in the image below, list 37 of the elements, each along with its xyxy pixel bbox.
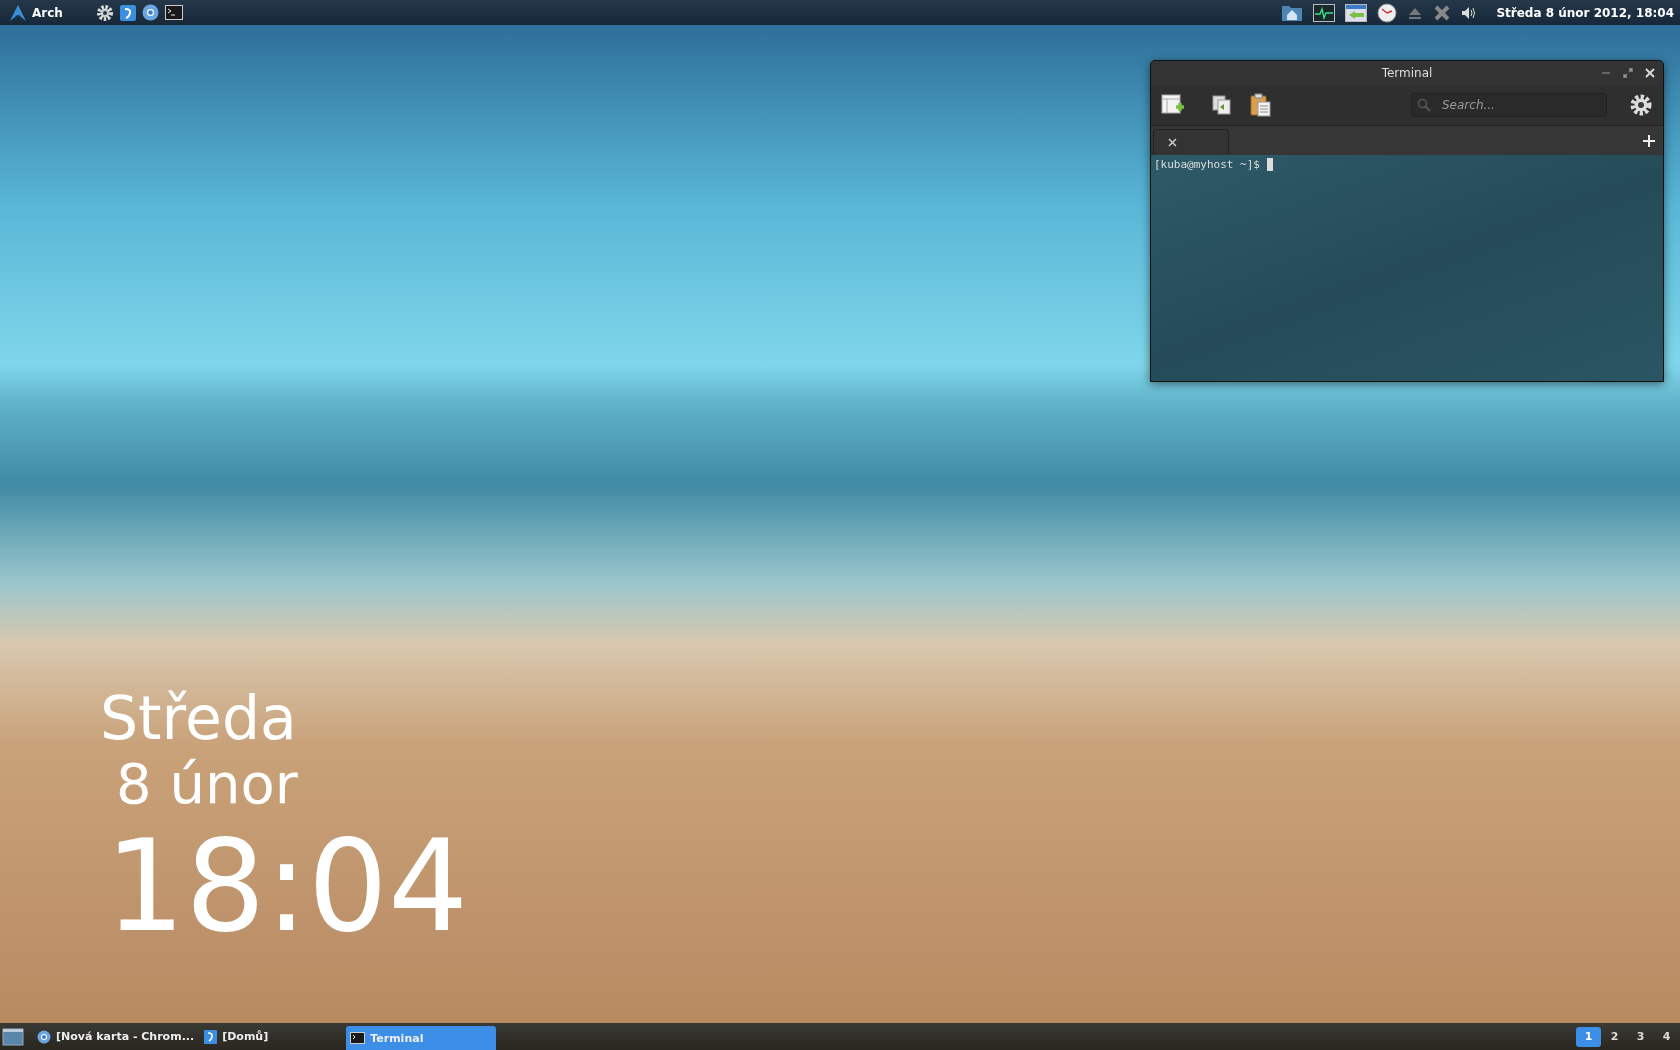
gear-icon[interactable]	[95, 3, 114, 22]
search-field[interactable]: Search...	[1411, 93, 1607, 117]
window-title: Terminal	[1381, 66, 1433, 80]
shell-prompt: [kuba@myhost ~]$	[1154, 158, 1260, 171]
close-tab-icon[interactable]	[1168, 138, 1177, 147]
close-icon[interactable]	[1433, 3, 1452, 22]
search-icon	[1417, 98, 1431, 112]
panel-clock[interactable]: Středa 8 únor 2012, 18:04	[1496, 5, 1674, 20]
system-monitor-icon[interactable]	[1313, 3, 1336, 22]
add-tab-icon[interactable]	[1643, 134, 1655, 147]
new-tab-icon[interactable]	[1161, 93, 1185, 117]
browser-icon	[37, 1029, 51, 1044]
volume-icon[interactable]	[1461, 5, 1478, 20]
taskbar-button[interactable]: [Domů]	[202, 1024, 271, 1049]
browser-icon[interactable]	[141, 4, 159, 21]
arch-logo-icon	[9, 3, 27, 22]
desktop-time: 18:04	[104, 817, 469, 957]
desktop-weekday: Středa	[100, 685, 298, 751]
text-cursor	[1266, 158, 1273, 171]
workspace-button[interactable]: 3	[1628, 1026, 1653, 1047]
workspace-button[interactable]: 2	[1602, 1026, 1627, 1047]
settings-icon[interactable]	[1629, 93, 1653, 117]
home-folder-icon[interactable]	[1281, 3, 1304, 22]
terminal-icon[interactable]	[164, 5, 183, 20]
paste-icon[interactable]	[1250, 93, 1272, 117]
clock-gauge-icon[interactable]	[1377, 2, 1398, 23]
arch-menu-button[interactable]: Arch	[0, 3, 69, 22]
terminal-icon	[350, 1032, 366, 1044]
workspace-button[interactable]: 4	[1654, 1026, 1679, 1047]
file-manager-icon	[204, 1029, 218, 1044]
file-manager-icon[interactable]	[119, 4, 136, 21]
copy-icon[interactable]	[1211, 94, 1233, 116]
taskbar-button[interactable]: [Nová karta - Chrom...	[35, 1024, 197, 1049]
maximize-icon[interactable]	[1623, 68, 1633, 78]
desktop-date: 8 únor	[115, 751, 299, 817]
terminal-output[interactable]: [kuba@myhost ~]$	[1151, 155, 1663, 381]
show-desktop-icon[interactable]	[2, 1026, 24, 1047]
